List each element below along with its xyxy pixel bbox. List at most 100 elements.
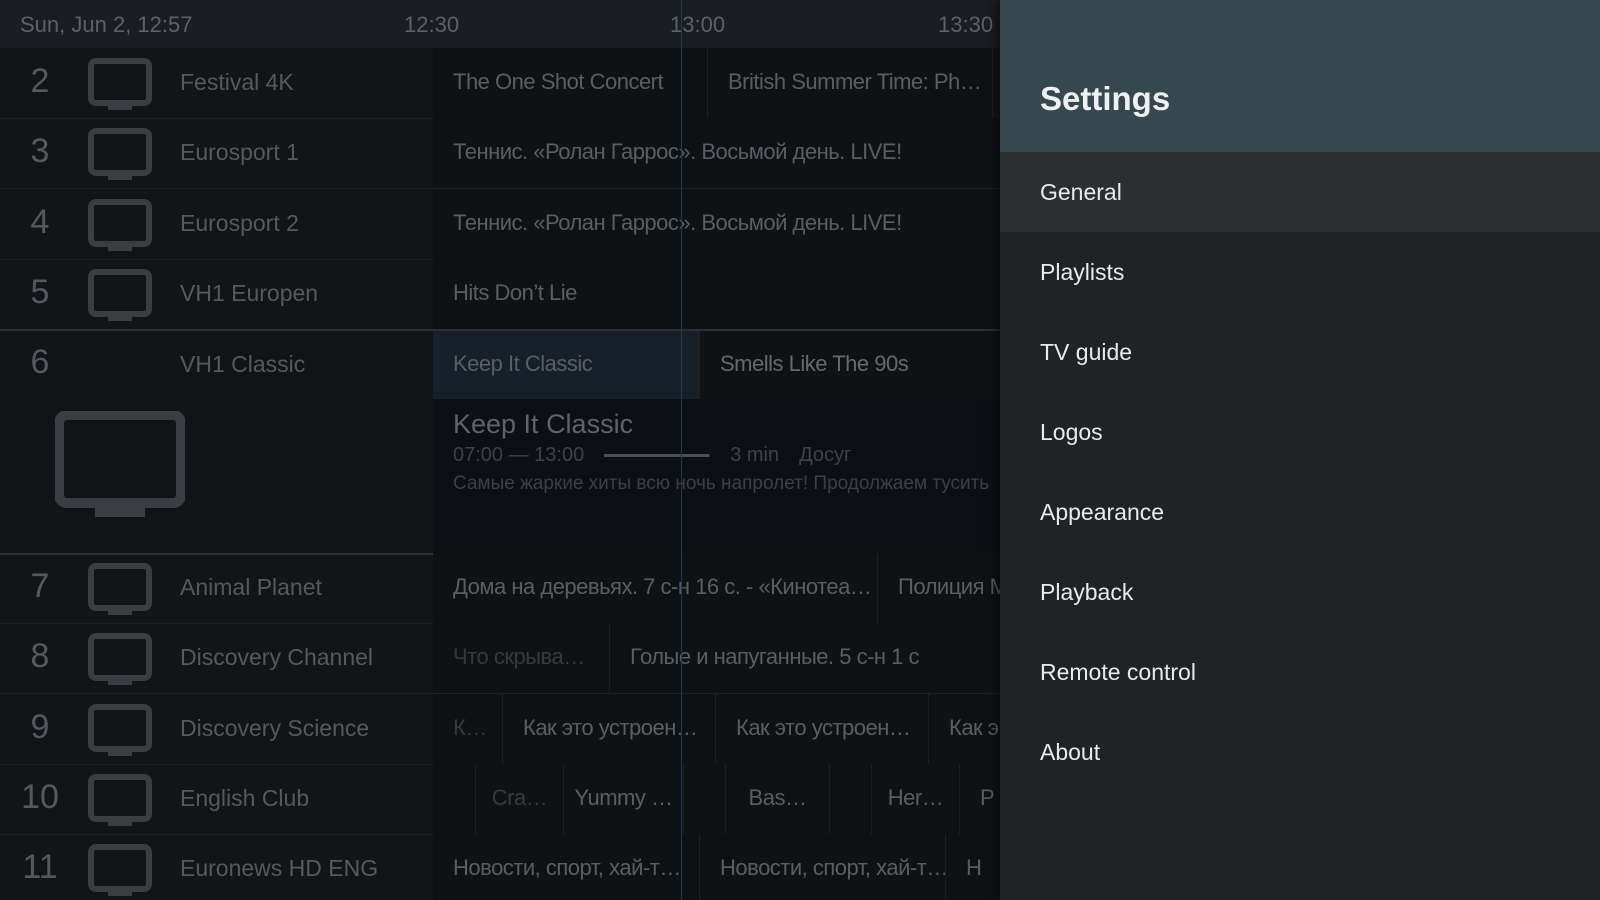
settings-item-playback[interactable]: Playback (1000, 552, 1600, 632)
settings-menu: General Playlists TV guide Logos Appearance P… (1000, 152, 1600, 792)
settings-item-appearance[interactable]: Appearance (1000, 472, 1600, 552)
time-tick: 13:30 (938, 12, 994, 37)
channel-row[interactable]: 3 Eurosport 1 Теннис. «Ролан Гаррос». Вось… (0, 118, 1000, 190)
channel-name: Discovery Science (180, 714, 370, 741)
channel-number: 7 (30, 567, 50, 605)
tv-icon (88, 128, 152, 181)
program-cell[interactable]: Что скрыва… (433, 623, 610, 694)
tv-icon (88, 703, 152, 756)
program-cell[interactable]: Голые и напуганные. 5 с-н 1 с (610, 623, 1000, 694)
program-details: Keep It Classic 07:00 — 13:00 3 min Досу… (433, 399, 1000, 553)
channel-name: VH1 Classic (180, 351, 306, 377)
channel-number: 3 (30, 132, 50, 171)
channel-number: 9 (30, 707, 50, 746)
tv-icon (88, 633, 152, 686)
program-list: Дома на деревьях. 7 с-н 16 с. - «Кинотеа… (433, 553, 1000, 623)
settings-title: Settings (1040, 80, 1171, 117)
timeline-header: Sun, Jun 2, 12:57 12:30 13:00 13:30 (0, 0, 1000, 48)
channel-name: Euronews HD ENG (180, 855, 379, 882)
program-time-range: 07:00 — 13:00 (453, 444, 585, 466)
settings-item-tv-guide[interactable]: TV guide (1000, 312, 1600, 392)
program-cell[interactable]: Теннис. «Ролан Гаррос». Восьмой день. LI… (433, 118, 1000, 189)
channel-row[interactable]: 4 Eurosport 2 Теннис. «Ролан Гаррос». Вось… (0, 188, 1000, 260)
program-cell[interactable]: Как это устроен… (716, 693, 929, 764)
program-list: Cra… Yummy … Bas… Her… P (433, 763, 1000, 834)
tv-icon (88, 198, 152, 251)
channel-number: 10 (21, 777, 59, 816)
tv-icon (55, 411, 185, 517)
channel-name: Animal Planet (180, 574, 322, 600)
program-list: Теннис. «Ролан Гаррос». Восьмой день. LI… (433, 118, 1000, 189)
program-cell[interactable] (433, 763, 476, 834)
channel-name: Discovery Channel (180, 644, 374, 671)
program-cell[interactable]: Smells Like The 90s (700, 331, 1000, 399)
program-description: Самые жаркие хиты всю ночь напролет! Про… (453, 473, 990, 494)
program-cell[interactable]: Hits Don’t Lie (433, 258, 1000, 329)
tv-guide: Sun, Jun 2, 12:57 12:30 13:00 13:30 2 Fes… (0, 0, 1000, 900)
channel-name: Festival 4K (180, 69, 294, 95)
program-list: Теннис. «Ролан Гаррос». Восьмой день. LI… (433, 188, 1000, 259)
channel-number: 8 (30, 637, 50, 676)
program-list: Что скрыва… Голые и напуганные. 5 с-н 1 с (433, 623, 1000, 694)
tv-icon (88, 58, 152, 110)
channel-row[interactable]: 9 Discovery Science К… Как это устроен… Как … (0, 693, 1000, 765)
tv-icon (88, 563, 152, 615)
channel-row[interactable]: 11 Euronews HD ENG Новости, спорт, хай-т… Н… (0, 834, 1000, 900)
program-cell[interactable]: Her… (872, 763, 960, 834)
time-tick: 12:30 (404, 12, 460, 37)
channel-row[interactable]: 5 VH1 Europen Hits Don’t Lie (0, 258, 1000, 330)
program-cell[interactable]: Новости, спорт, хай-т… (433, 834, 700, 900)
program-cell[interactable] (684, 763, 726, 834)
tv-icon (88, 773, 152, 826)
settings-item-about[interactable]: About (1000, 712, 1600, 792)
settings-item-playlists[interactable]: Playlists (1000, 232, 1600, 312)
channel-name: VH1 Europen (180, 279, 319, 306)
program-list: Keep It Classic Smells Like The 90s (433, 331, 1000, 399)
program-cell[interactable]: Cra… (476, 763, 564, 834)
channel-number: 2 (30, 62, 50, 100)
program-cell[interactable]: Yummy … (564, 763, 684, 834)
program-cell[interactable]: Как это устроен… (503, 693, 716, 764)
channel-name: English Club (180, 784, 310, 811)
channel-row-expanded[interactable]: 6 VH1 Classic Keep It Classic Smells Lik… (0, 329, 1000, 555)
program-cell[interactable]: Теннис. «Ролан Гаррос». Восьмой день. LI… (433, 188, 1000, 259)
program-cell[interactable]: Полиция М (878, 553, 1000, 623)
channel-number: 6 (30, 343, 50, 381)
current-datetime: Sun, Jun 2, 12:57 (20, 12, 193, 37)
settings-item-general[interactable]: General (1000, 152, 1600, 232)
settings-panel: Settings General Playlists TV guide Logos Ap… (1000, 0, 1600, 900)
settings-header: Settings (1000, 0, 1600, 152)
channel-row[interactable]: 10 English Club Cra… Yummy … Bas… Her… P (0, 763, 1000, 835)
program-meta: 07:00 — 13:00 3 min Досуг (453, 444, 980, 467)
program-cell[interactable]: British Summer Time: Ph… (708, 48, 993, 118)
program-cell[interactable] (830, 763, 872, 834)
channel-name: Eurosport 1 (180, 139, 299, 166)
now-indicator-line (681, 0, 682, 900)
channel-number: 11 (22, 848, 58, 887)
program-progress-fill (604, 454, 710, 457)
program-cell[interactable]: P (960, 763, 1000, 834)
settings-item-logos[interactable]: Logos (1000, 392, 1600, 472)
program-list: Hits Don’t Lie (433, 258, 1000, 329)
channel-row[interactable]: 7 Animal Planet Дома на деревьях. 7 с-н 16… (0, 553, 1000, 624)
program-cell[interactable]: Как э (929, 693, 1000, 764)
program-list: К… Как это устроен… Как это устроен… Как э (433, 693, 1000, 764)
time-tick: 13:00 (670, 12, 726, 37)
program-remaining: 3 min (730, 444, 780, 466)
program-cell[interactable]: К… (433, 693, 503, 764)
program-cell[interactable]: Н (946, 834, 1000, 900)
program-genre: Досуг (799, 444, 852, 466)
tv-icon (88, 268, 152, 321)
program-cell[interactable]: Новости, спорт, хай-т… (700, 834, 946, 900)
program-cell[interactable]: The One Shot Concert (433, 48, 708, 118)
program-cell-selected[interactable]: Keep It Classic (433, 331, 700, 399)
program-title: Keep It Classic (453, 409, 634, 439)
program-list: Новости, спорт, хай-т… Новости, спорт, ха… (433, 834, 1000, 900)
channel-row[interactable]: 8 Discovery Channel Что скрыва… Голые и нап… (0, 623, 1000, 695)
program-progress-bar (604, 454, 711, 457)
channel-number: 5 (30, 272, 50, 311)
program-cell[interactable]: Bas… (726, 763, 830, 834)
program-cell[interactable]: Дома на деревьях. 7 с-н 16 с. - «Кинотеа… (433, 553, 878, 623)
channel-row[interactable]: 2 Festival 4K The One Shot Concert British … (0, 48, 1000, 119)
settings-item-remote-control[interactable]: Remote control (1000, 632, 1600, 712)
